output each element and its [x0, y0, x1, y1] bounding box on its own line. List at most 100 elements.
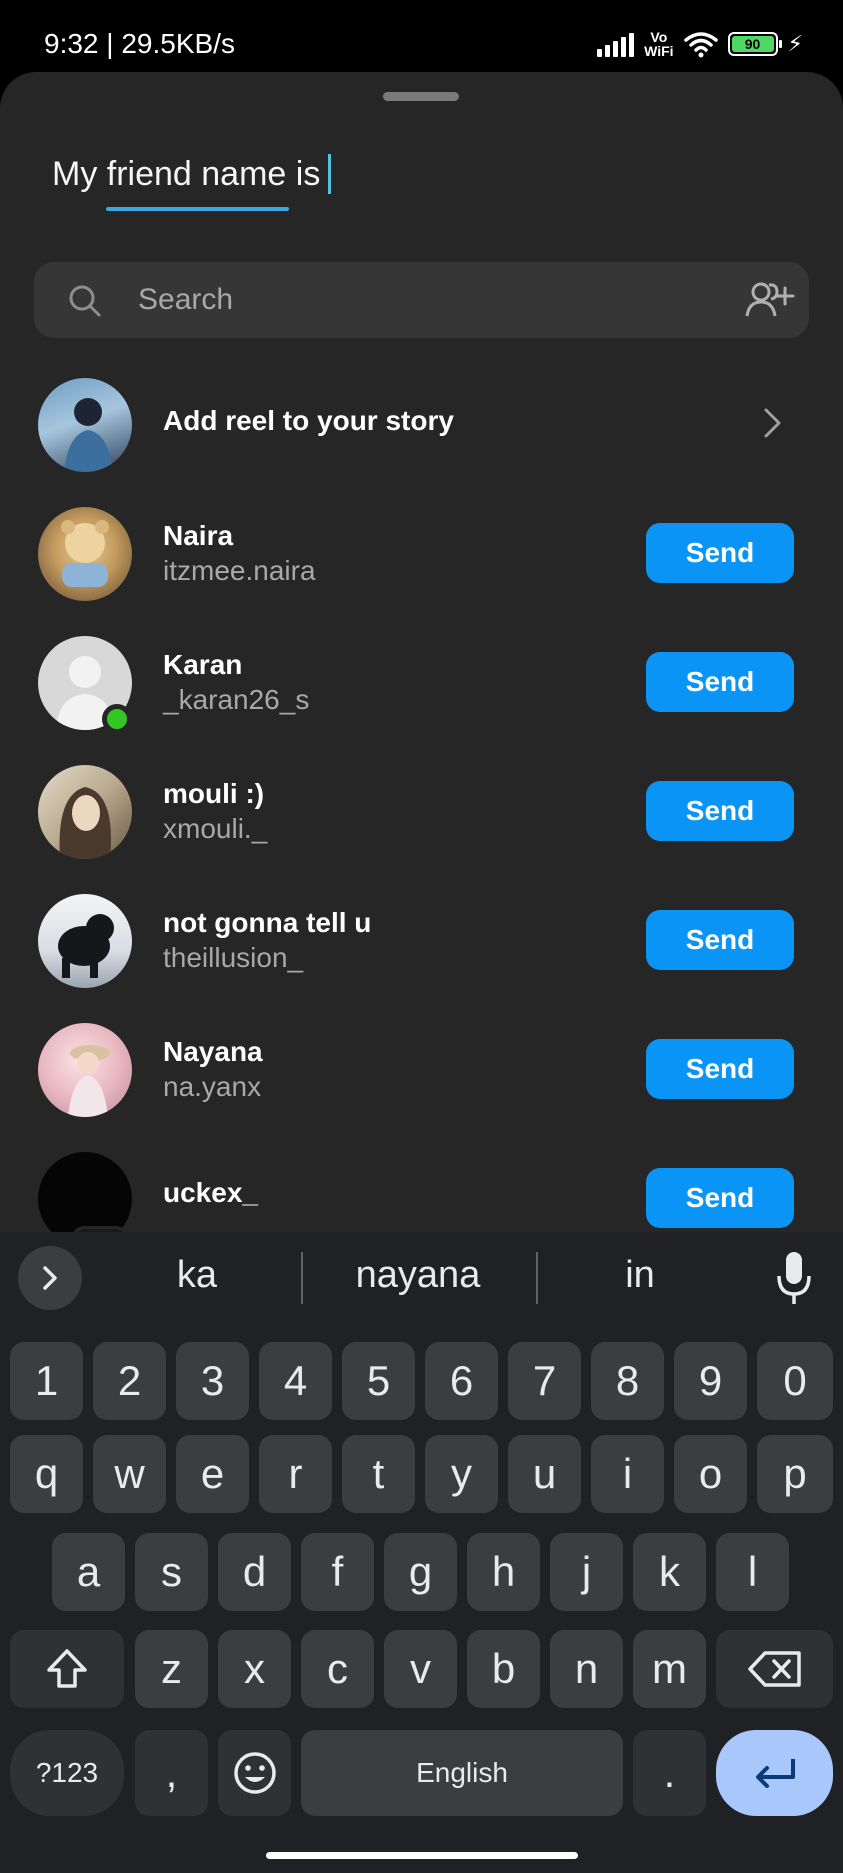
- send-button[interactable]: Send: [646, 652, 794, 712]
- contact-name: not gonna tell u: [163, 907, 372, 938]
- key-4[interactable]: 4: [259, 1342, 332, 1420]
- divider: [536, 1252, 538, 1304]
- key-7[interactable]: 7: [508, 1342, 581, 1420]
- avatar-image: [59, 787, 111, 859]
- list-item: 26m uckex_ Send: [0, 1140, 843, 1232]
- charging-icon: ⚡: [787, 31, 803, 56]
- chevron-right-icon: [43, 1266, 57, 1290]
- key-8[interactable]: 8: [591, 1342, 664, 1420]
- send-button[interactable]: Send: [646, 523, 794, 583]
- status-time: 9:32 | 29.5KB/s: [44, 28, 235, 59]
- gesture-navigation-bar[interactable]: [266, 1852, 578, 1859]
- add-to-story-row[interactable]: Add reel to your story: [0, 366, 843, 478]
- key-1[interactable]: 1: [10, 1342, 83, 1420]
- send-button[interactable]: Send: [646, 910, 794, 970]
- contact-name: mouli :): [163, 778, 265, 809]
- chevron-right-icon: [764, 408, 781, 438]
- send-button[interactable]: Send: [646, 781, 794, 841]
- key-m[interactable]: m: [633, 1630, 706, 1708]
- expand-toolbar-button[interactable]: [18, 1246, 82, 1310]
- enter-key[interactable]: [716, 1730, 833, 1816]
- key-6[interactable]: 6: [425, 1342, 498, 1420]
- key-w[interactable]: w: [93, 1435, 166, 1513]
- key-r[interactable]: r: [259, 1435, 332, 1513]
- space-key[interactable]: English: [301, 1730, 623, 1816]
- key-5[interactable]: 5: [342, 1342, 415, 1420]
- key-q[interactable]: q: [10, 1435, 83, 1513]
- contact-name: Karan: [163, 649, 243, 680]
- key-9[interactable]: 9: [674, 1342, 747, 1420]
- key-t[interactable]: t: [342, 1435, 415, 1513]
- key-b[interactable]: b: [467, 1630, 540, 1708]
- avatar[interactable]: [38, 507, 132, 601]
- avatar[interactable]: [38, 765, 132, 859]
- send-button[interactable]: Send: [646, 1039, 794, 1099]
- backspace-icon: [747, 1651, 801, 1687]
- search-bar[interactable]: [34, 262, 809, 338]
- contact-username: itzmee.naira: [163, 555, 316, 586]
- avatar[interactable]: [38, 1152, 132, 1232]
- key-i[interactable]: i: [591, 1435, 664, 1513]
- key-s[interactable]: s: [135, 1533, 208, 1611]
- key-0[interactable]: 0: [757, 1342, 833, 1420]
- key-u[interactable]: u: [508, 1435, 581, 1513]
- caption-field[interactable]: My friend name is: [52, 154, 332, 194]
- list-item: mouli :) xmouli._ Send: [0, 753, 843, 865]
- key-z[interactable]: z: [135, 1630, 208, 1708]
- contact-username: xmouli._: [163, 813, 268, 844]
- online-status-indicator: [102, 704, 132, 734]
- key-n[interactable]: n: [550, 1630, 623, 1708]
- add-people-icon[interactable]: [743, 278, 795, 322]
- key-x[interactable]: x: [218, 1630, 291, 1708]
- list-item: Karan _karan26_s Send: [0, 624, 843, 736]
- key-l[interactable]: l: [716, 1533, 789, 1611]
- vowifi-bottom-label: WiFi: [644, 43, 674, 59]
- symbols-key[interactable]: ?123: [10, 1730, 124, 1816]
- key-f[interactable]: f: [301, 1533, 374, 1611]
- key-e[interactable]: e: [176, 1435, 249, 1513]
- avatar-image: [58, 914, 114, 978]
- avatar-image: [64, 398, 112, 472]
- microphone-icon[interactable]: [775, 1250, 813, 1306]
- key-a[interactable]: a: [52, 1533, 125, 1611]
- suggestion-bar: ka nayana in: [0, 1232, 843, 1324]
- key-3[interactable]: 3: [176, 1342, 249, 1420]
- emoji-key[interactable]: [218, 1730, 291, 1816]
- battery-icon: 90: [727, 32, 782, 56]
- text-cursor: [328, 154, 332, 194]
- key-d[interactable]: d: [218, 1533, 291, 1611]
- vowifi-indicator: Vo WiFi: [644, 30, 673, 58]
- key-h[interactable]: h: [467, 1533, 540, 1611]
- emoji-icon: [233, 1752, 276, 1794]
- shift-key[interactable]: [10, 1630, 124, 1708]
- key-g[interactable]: g: [384, 1533, 457, 1611]
- send-button[interactable]: Send: [646, 1168, 794, 1228]
- sheet-grab-handle[interactable]: [383, 92, 459, 101]
- wifi-icon: [683, 32, 718, 58]
- avatar[interactable]: [38, 1023, 132, 1117]
- key-2[interactable]: 2: [93, 1342, 166, 1420]
- suggestion-item[interactable]: nayana: [318, 1254, 518, 1297]
- contact-username: theillusion_: [163, 942, 304, 973]
- on-screen-keyboard: ka nayana in 1 2 3 4 5 6 7 8 9 0 q w e r…: [0, 1232, 843, 1873]
- vowifi-top-label: Vo: [650, 29, 668, 45]
- suggestion-item[interactable]: in: [540, 1254, 740, 1297]
- suggestion-item[interactable]: ka: [97, 1254, 297, 1297]
- battery-level: 90: [731, 36, 774, 52]
- list-item: Nayana na.yanx Send: [0, 1011, 843, 1123]
- comma-key[interactable]: ,: [135, 1730, 208, 1816]
- key-p[interactable]: p: [757, 1435, 833, 1513]
- key-o[interactable]: o: [674, 1435, 747, 1513]
- caption-text: My friend name is: [52, 154, 321, 193]
- key-k[interactable]: k: [633, 1533, 706, 1611]
- key-y[interactable]: y: [425, 1435, 498, 1513]
- share-sheet: My friend name is Add reel to your story: [0, 72, 843, 1232]
- list-item: Naira itzmee.naira Send: [0, 495, 843, 607]
- search-input[interactable]: [138, 280, 698, 320]
- backspace-key[interactable]: [716, 1630, 833, 1708]
- key-v[interactable]: v: [384, 1630, 457, 1708]
- avatar[interactable]: [38, 894, 132, 988]
- key-j[interactable]: j: [550, 1533, 623, 1611]
- key-c[interactable]: c: [301, 1630, 374, 1708]
- period-key[interactable]: .: [633, 1730, 706, 1816]
